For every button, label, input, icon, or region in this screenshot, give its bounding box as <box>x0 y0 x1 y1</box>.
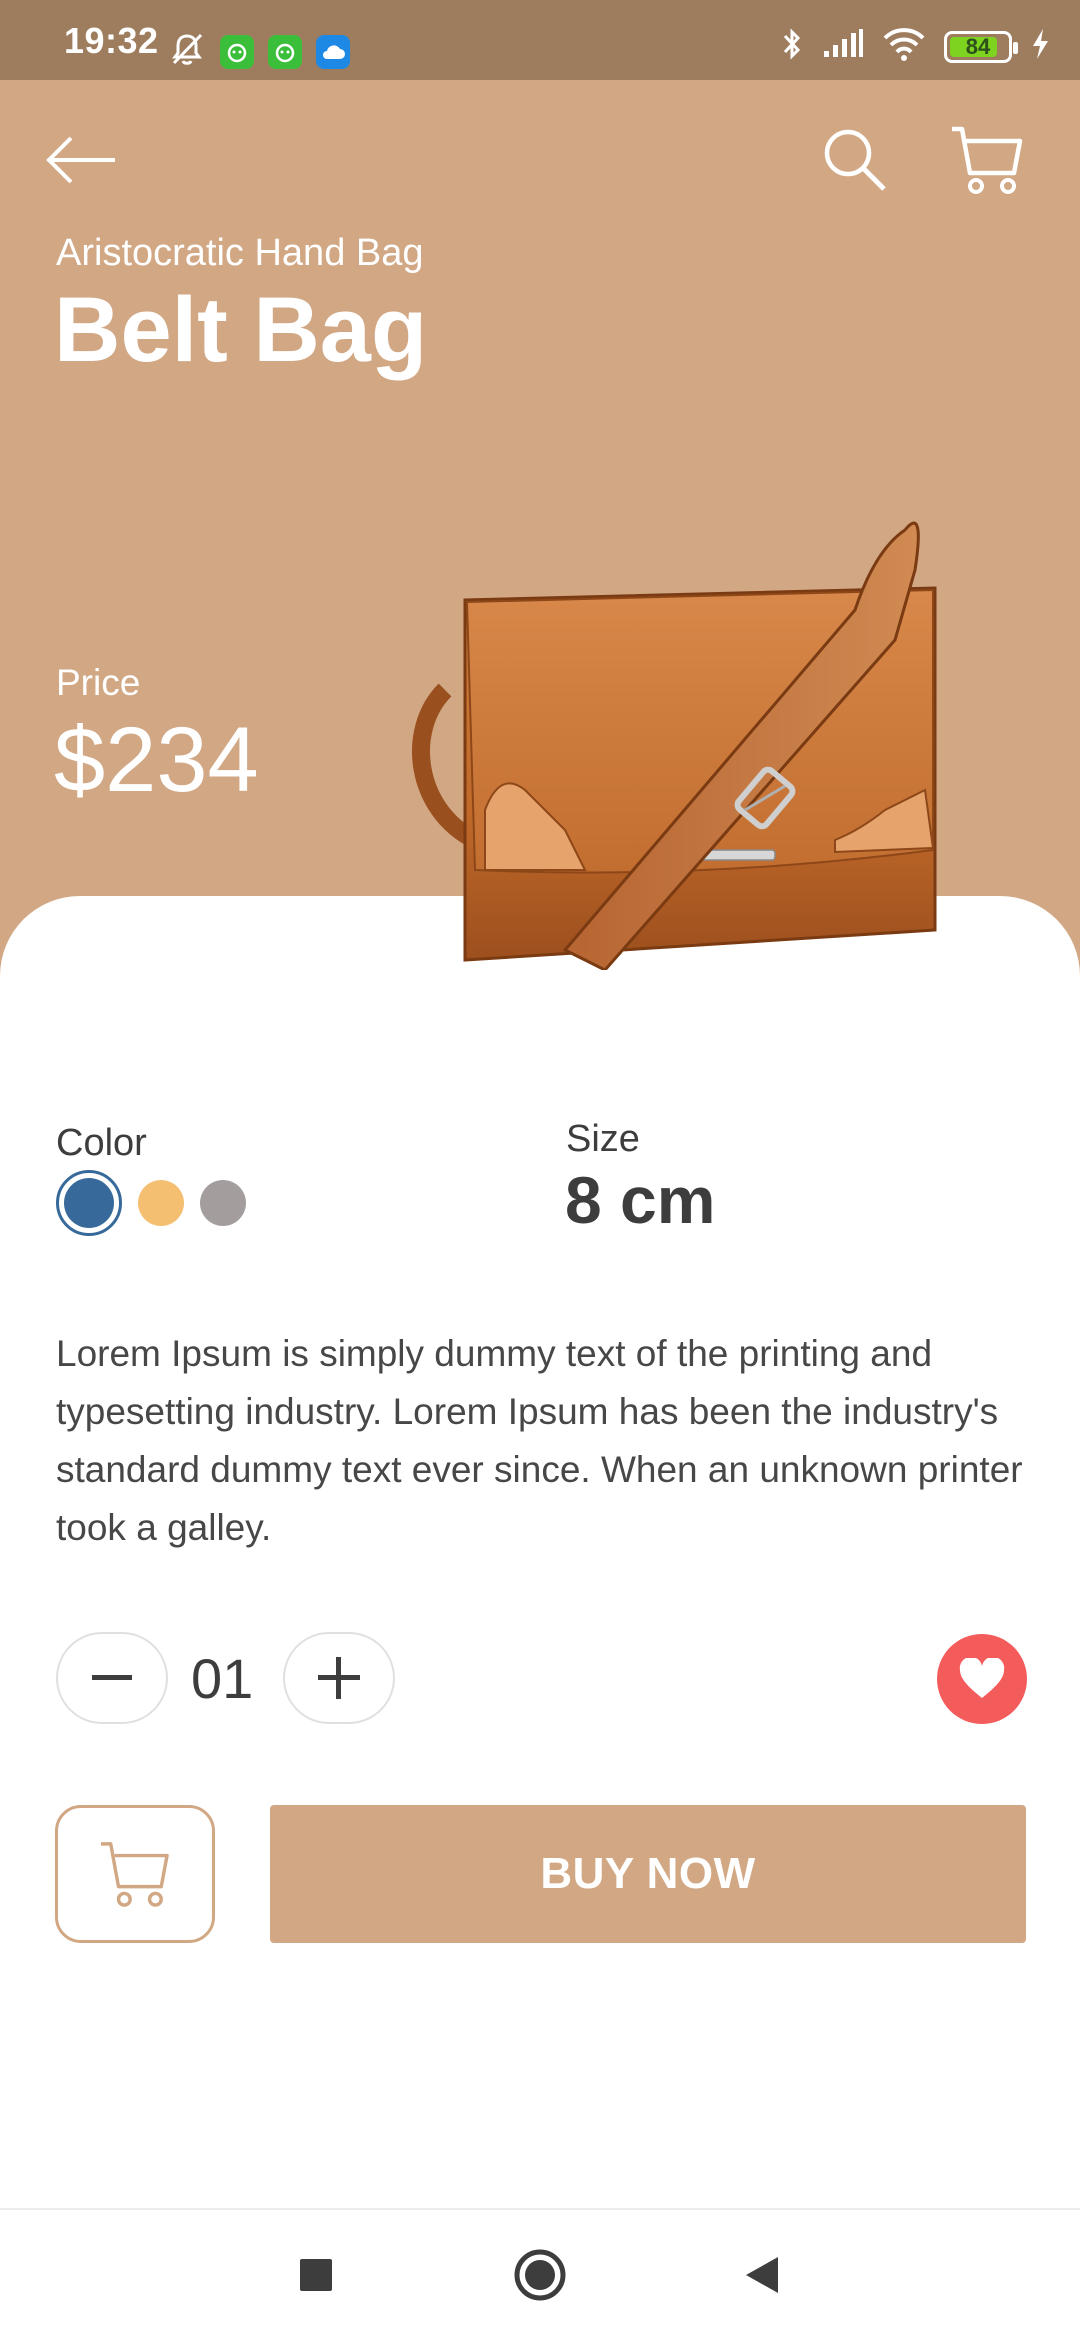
product-image <box>405 510 945 972</box>
buy-now-button[interactable]: BUY NOW <box>270 1805 1026 1943</box>
plus-icon <box>318 1657 360 1699</box>
product-description: Lorem Ipsum is simply dummy text of the … <box>56 1333 1023 1548</box>
cart-icon <box>952 126 1023 194</box>
color-swatch[interactable] <box>138 1180 184 1226</box>
status-icons-right: 84 <box>780 26 1050 67</box>
status-time: 19:32 <box>64 20 159 61</box>
add-to-cart-button[interactable] <box>55 1805 215 1943</box>
minus-icon <box>92 1675 132 1680</box>
app-green-icon <box>268 34 302 69</box>
price-label: Price <box>56 662 141 703</box>
quantity-increase-button[interactable] <box>283 1632 395 1724</box>
size-value: 8 cm <box>565 1163 716 1237</box>
bell-off-icon <box>168 30 206 73</box>
search-icon <box>824 129 886 191</box>
color-swatch[interactable] <box>200 1180 246 1226</box>
recents-button[interactable] <box>281 2240 351 2310</box>
heart-icon <box>959 1658 1005 1698</box>
size-label: Size <box>566 1118 640 1160</box>
square-icon <box>300 2259 332 2291</box>
circle-icon <box>514 2249 566 2301</box>
color-swatch[interactable] <box>56 1170 122 1236</box>
status-icons-left <box>168 30 350 73</box>
system-nav-bar <box>0 2208 1080 2340</box>
status-bar: 19:32 84 <box>0 0 1080 80</box>
quantity-value: 01 <box>191 1647 254 1710</box>
color-swatches <box>56 1170 246 1236</box>
quantity-row: 01 <box>56 1632 1027 1724</box>
cloud-icon <box>316 34 350 69</box>
search-button[interactable] <box>815 120 895 200</box>
cart-button[interactable] <box>945 118 1029 202</box>
charging-icon <box>1030 27 1050 66</box>
favorite-button[interactable] <box>937 1634 1027 1724</box>
quantity-decrease-button[interactable] <box>56 1632 168 1724</box>
color-label: Color <box>56 1122 147 1164</box>
back-nav-button[interactable] <box>727 2240 797 2310</box>
price-value: $234 <box>54 709 259 811</box>
back-button[interactable] <box>36 120 126 200</box>
app-green-icon <box>220 34 254 69</box>
battery-level: 84 <box>965 33 991 59</box>
bluetooth-icon <box>780 26 804 67</box>
cart-icon <box>101 1842 169 1907</box>
wifi-icon <box>882 27 926 66</box>
triangle-back-icon <box>746 2257 778 2293</box>
product-title: Belt Bag <box>54 279 428 381</box>
arrow-left-icon <box>46 136 115 184</box>
battery-icon: 84 <box>944 30 1018 63</box>
home-button[interactable] <box>505 2240 575 2310</box>
signal-icon <box>822 29 864 64</box>
product-subtitle: Aristocratic Hand Bag <box>56 232 424 274</box>
